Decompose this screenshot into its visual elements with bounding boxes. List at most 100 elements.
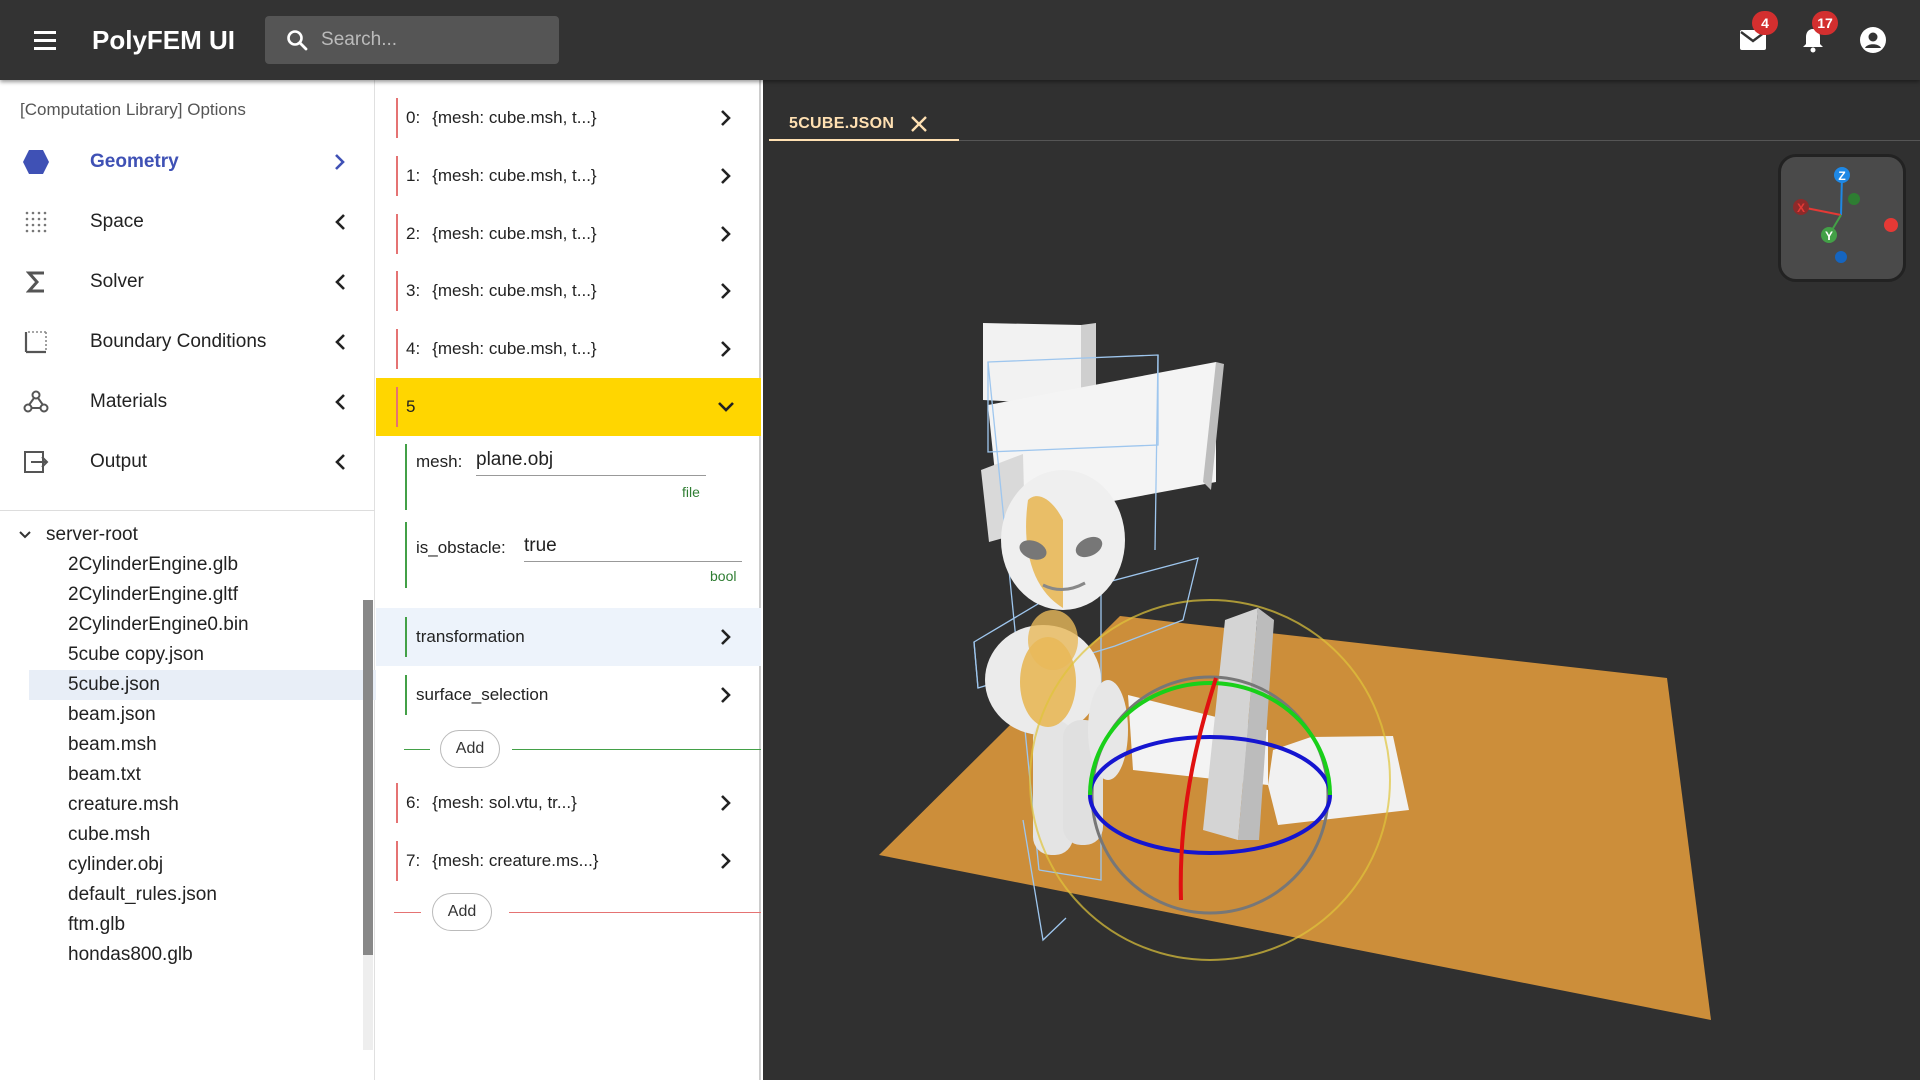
add-item-button[interactable]: Add (432, 893, 492, 931)
nav-label-geometry: Geometry (90, 151, 179, 172)
item-bar (396, 387, 398, 427)
export-icon (22, 448, 50, 476)
chevron-right-icon (716, 106, 736, 130)
axis-x-label: X (1797, 201, 1805, 215)
field-bar (405, 617, 407, 657)
tree-file[interactable]: 2CylinderEngine.glb (29, 550, 391, 580)
tree-file-selected[interactable]: 5cube.json (29, 670, 391, 700)
list-item[interactable]: 6: {mesh: sol.vtu, tr...} (376, 774, 761, 832)
geometry-list-panel: 0: {mesh: cube.msh, t...} 1: {mesh: cube… (376, 80, 761, 1080)
item-bar (396, 783, 398, 823)
list-item-text: {mesh: sol.vtu, tr...} (432, 793, 577, 812)
border-icon (22, 328, 50, 356)
list-item-text: {mesh: cube.msh, t...} (432, 108, 597, 127)
scene-canvas[interactable] (763, 80, 1920, 1080)
chevron-down-icon (18, 524, 34, 546)
search-box[interactable] (265, 16, 560, 64)
list-item[interactable]: 4: {mesh: cube.msh, t...} (376, 320, 761, 378)
nav-label-materials: Materials (90, 391, 168, 412)
tree-file[interactable]: cube.msh (29, 820, 391, 850)
list-item[interactable]: 7: {mesh: creature.ms...} (376, 832, 761, 890)
transformation-item[interactable]: transformation (376, 608, 761, 666)
tree-file[interactable]: beam.msh (29, 730, 391, 760)
mail-button[interactable]: 4 (1738, 11, 1778, 55)
tree-file[interactable]: beam.json (29, 700, 391, 730)
mail-badge: 4 (1752, 11, 1778, 35)
tree-root[interactable]: server-root (0, 520, 375, 550)
list-item-index: 5 (406, 397, 416, 416)
options-header: [Computation Library] Options (20, 100, 246, 119)
nav-item-boundary-conditions[interactable]: Boundary Conditions (0, 312, 374, 372)
add-line (509, 912, 761, 913)
list-item-expanded[interactable]: 5 (376, 378, 761, 436)
chevron-left-icon (330, 450, 350, 474)
tree-file[interactable]: ftm.glb (29, 910, 391, 940)
list-item-text: {mesh: cube.msh, t...} (432, 281, 597, 300)
chevron-right-icon (716, 164, 736, 188)
notifications-button[interactable]: 17 (1798, 11, 1838, 55)
nav-label-output: Output (90, 451, 148, 472)
tree-file[interactable]: 2CylinderEngine0.bin (29, 610, 391, 640)
list-item[interactable]: 1: {mesh: cube.msh, t...} (376, 147, 761, 205)
orientation-gizmo[interactable]: Z X Y (1778, 154, 1906, 282)
divider (0, 510, 375, 511)
tree-file[interactable]: default_rules.json (29, 880, 391, 910)
nav-label-boundary-conditions: Boundary Conditions (90, 331, 267, 352)
list-item[interactable]: 3: {mesh: cube.msh, t...} (376, 262, 761, 320)
list-item[interactable]: 2: {mesh: cube.msh, t...} (376, 205, 761, 263)
notifications-badge: 17 (1812, 11, 1838, 35)
item-bar (396, 156, 398, 196)
list-item-text: {mesh: cube.msh, t...} (432, 224, 597, 243)
field-bar (405, 522, 407, 588)
tree-scrollbar-thumb[interactable] (363, 600, 373, 955)
tree-file[interactable]: creature.msh (29, 790, 391, 820)
surface-selection-item[interactable]: surface_selection (376, 666, 761, 724)
nav-label-space: Space (90, 211, 144, 232)
nav-item-space[interactable]: Space (0, 192, 374, 252)
nav-item-output[interactable]: Output (0, 432, 374, 492)
list-item-text: {mesh: cube.msh, t...} (432, 339, 597, 358)
is-obstacle-input[interactable] (524, 530, 742, 562)
field-bar (405, 675, 407, 715)
account-icon (1860, 27, 1886, 53)
menu-button[interactable] (25, 20, 65, 60)
chevron-right-icon (716, 222, 736, 246)
tree-file[interactable]: 5cube copy.json (29, 640, 391, 670)
mesh-label: mesh: (416, 452, 463, 471)
nav-item-materials[interactable]: Materials (0, 372, 374, 432)
app-bar: PolyFEM UI 4 17 (0, 0, 1920, 80)
file-tree: server-root 2CylinderEngine.glb 2Cylinde… (0, 520, 391, 970)
tree-file[interactable]: 2CylinderEngine.gltf (29, 580, 391, 610)
axis-icon: Z X Y (1793, 167, 1898, 263)
options-panel: [Computation Library] Options Geometry S… (0, 80, 391, 1080)
list-item[interactable]: 0: {mesh: cube.msh, t...} (376, 89, 761, 147)
mesh-input[interactable] (476, 444, 706, 476)
nav-item-geometry[interactable]: Geometry (0, 132, 374, 192)
add-field-button[interactable]: Add (440, 730, 500, 768)
item-bar (396, 329, 398, 369)
chevron-left-icon (330, 270, 350, 294)
list-item-index: 2: (406, 224, 421, 243)
chevron-right-icon (716, 791, 736, 815)
chevron-right-icon (716, 849, 736, 873)
chevron-right-icon (716, 337, 736, 361)
search-input[interactable] (321, 29, 542, 51)
add-line (404, 749, 430, 750)
3d-viewer[interactable]: 5CUBE.JSON Z X Y (763, 80, 1920, 1080)
menu-icon (34, 30, 56, 34)
is-obstacle-hint: bool (710, 568, 737, 584)
chevron-right-icon (716, 279, 736, 303)
item-bar (396, 98, 398, 138)
list-item-index: 7: (406, 851, 421, 870)
tree-file[interactable]: beam.txt (29, 760, 391, 790)
account-button[interactable] (1858, 25, 1888, 55)
item-bar (396, 841, 398, 881)
menu-icon-bar (34, 38, 56, 42)
surface-selection-label: surface_selection (416, 685, 549, 704)
add-line (394, 912, 421, 913)
tree-scrollbar-track[interactable] (363, 955, 373, 1050)
tree-file[interactable]: cylinder.obj (29, 850, 391, 880)
add-line (512, 749, 761, 750)
nav-item-solver[interactable]: Solver (0, 252, 374, 312)
tree-file[interactable]: hondas800.glb (29, 940, 391, 970)
